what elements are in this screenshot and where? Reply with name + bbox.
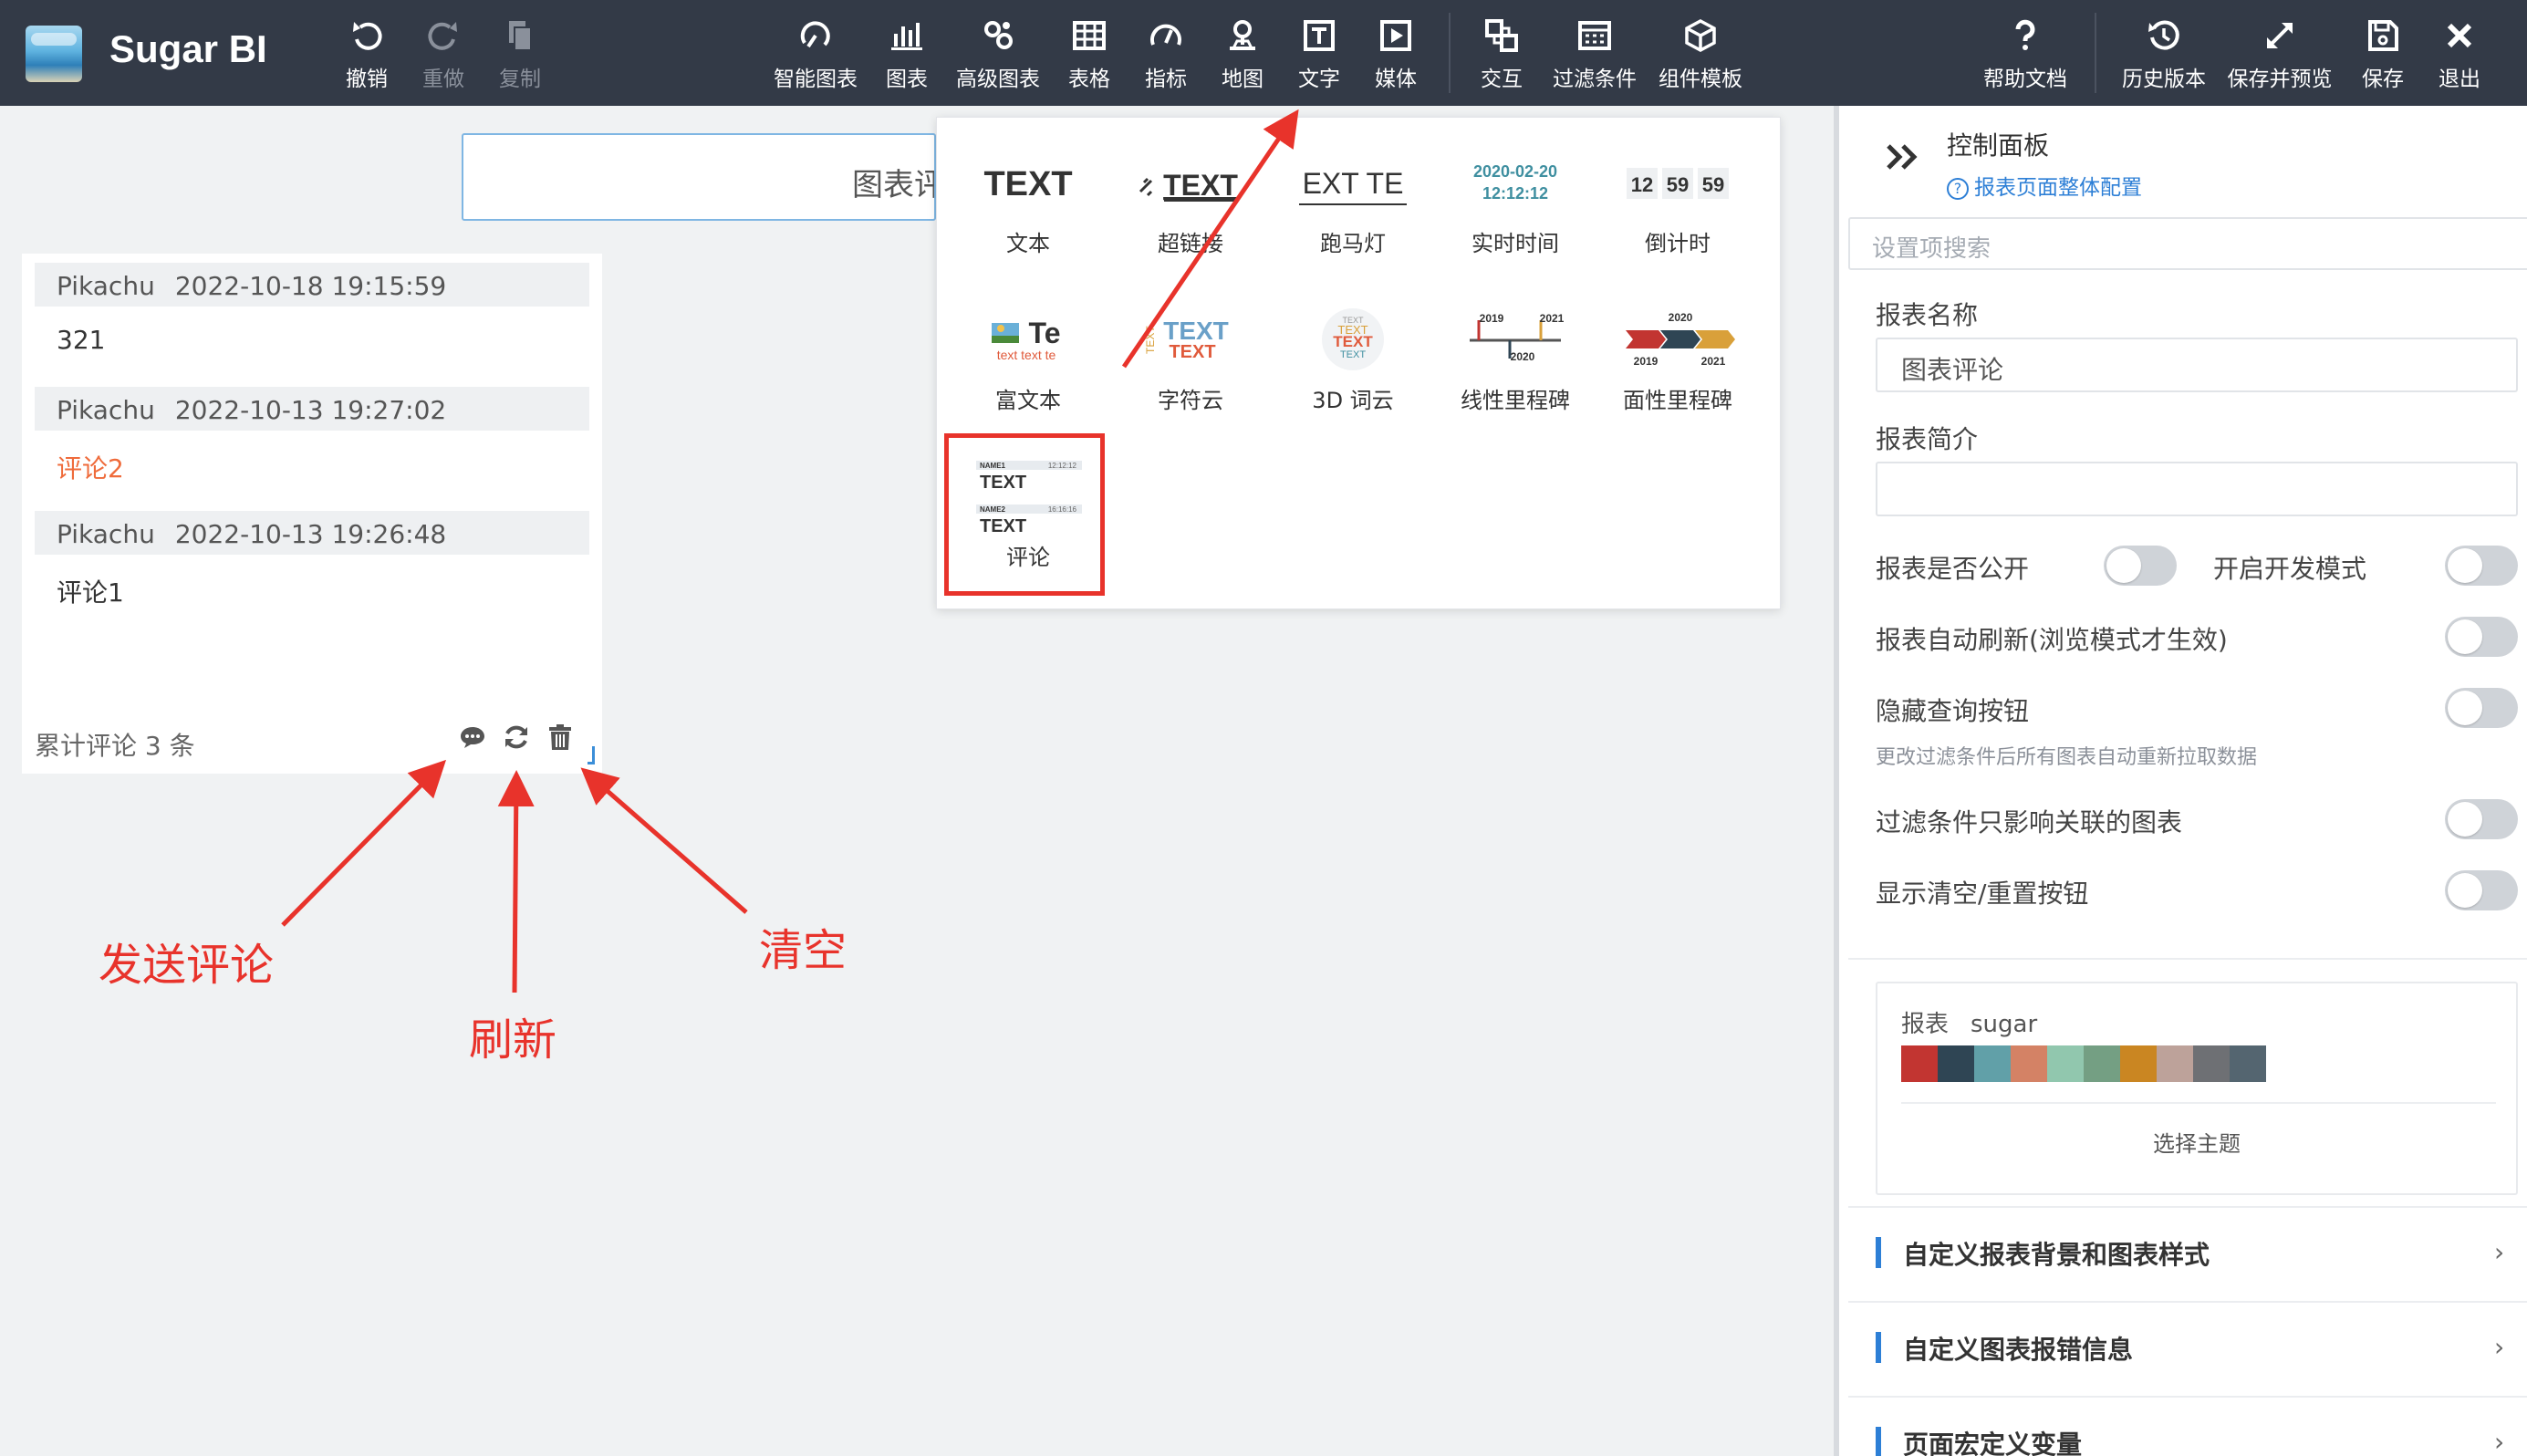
annotation-refresh: 刷新	[469, 1014, 557, 1066]
arrow-to-refresh-button	[497, 770, 535, 993]
annotation-clear: 清空	[759, 925, 848, 976]
arrow-to-send-button	[281, 759, 447, 927]
annotation-arrows	[281, 109, 1299, 993]
arrow-to-text-menu	[1121, 109, 1299, 369]
annotation-send: 发送评论	[99, 940, 275, 991]
arrow-to-clear-button	[580, 767, 748, 914]
